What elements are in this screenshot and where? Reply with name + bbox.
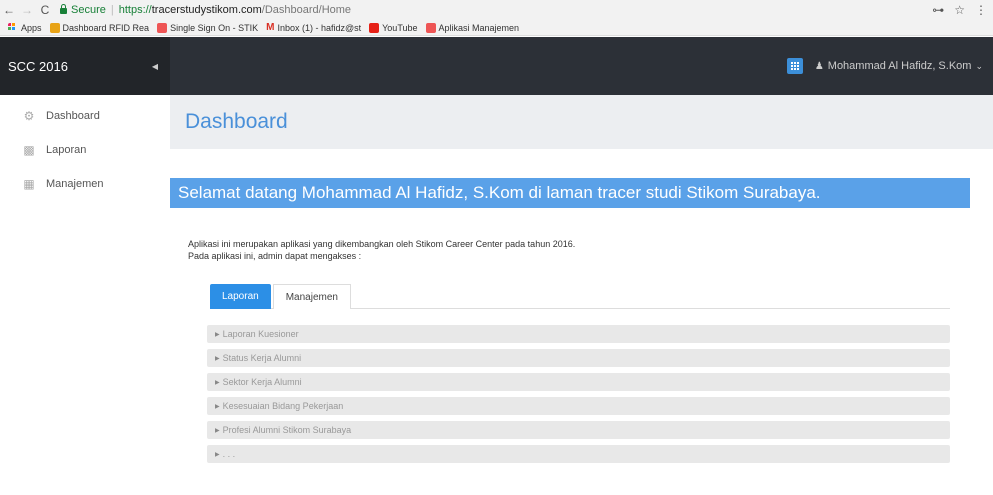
user-name: Mohammad Al Hafidz, S.Kom	[827, 60, 972, 72]
sidebar-item-label: Laporan	[46, 144, 87, 156]
grid-icon	[790, 62, 799, 70]
key-icon[interactable]: ⊶	[932, 3, 944, 17]
bookmark-label: Aplikasi Manajemen	[438, 22, 520, 33]
sidebar: ⚙ Dashboard ▩ Laporan ▦ Manajemen	[0, 95, 170, 495]
app-topbar: SCC 2016 ◀ ♟ Mohammad Al Hafidz, S.Kom ⌄	[0, 37, 993, 95]
youtube-icon	[369, 22, 380, 33]
caret-right-icon: ▶	[215, 355, 220, 362]
sidebar-item-label: Dashboard	[46, 110, 100, 122]
secure-indicator[interactable]: Secure	[60, 4, 106, 16]
brand: SCC 2016 ◀	[0, 37, 170, 95]
sidebar-toggle-icon[interactable]: ◀	[152, 62, 158, 71]
user-menu[interactable]: ♟ Mohammad Al Hafidz, S.Kom ⌄	[815, 60, 983, 72]
caret-right-icon: ▶	[215, 379, 220, 386]
apps-grid-button[interactable]	[786, 58, 803, 74]
bookmark-label: YouTube	[382, 22, 418, 33]
bookmark-youtube[interactable]: YouTube	[369, 22, 418, 33]
bookmarks-bar: Apps Dashboard RFID Rea Single Sign On -…	[0, 20, 993, 36]
star-icon[interactable]: ☆	[954, 3, 965, 17]
accordion-label: . . .	[222, 449, 236, 459]
apps-icon	[8, 22, 18, 33]
caret-right-icon: ▶	[215, 427, 220, 434]
sidebar-item-dashboard[interactable]: ⚙ Dashboard	[0, 99, 170, 133]
secure-label: Secure	[71, 4, 106, 16]
rfid-icon	[49, 22, 60, 33]
accordion-label: Kesesuaian Bidang Pekerjaan	[222, 401, 344, 411]
accordion-item[interactable]: ▶ Laporan Kuesioner	[207, 325, 950, 343]
description: Aplikasi ini merupakan aplikasi yang dik…	[188, 238, 575, 262]
url-scheme: https://	[118, 4, 152, 16]
sso-icon	[425, 22, 436, 33]
url-separator: |	[110, 4, 114, 16]
bookmark-aplikasi[interactable]: Aplikasi Manajemen	[425, 22, 520, 33]
tab-manajemen[interactable]: Manajemen	[272, 284, 351, 309]
bookmark-label: Inbox (1) - hafidz@st	[277, 22, 362, 33]
url-field[interactable]: https://tracerstudystikom.com/Dashboard/…	[119, 4, 351, 16]
caret-right-icon: ▶	[215, 331, 220, 338]
sso-icon	[157, 22, 168, 33]
description-line: Aplikasi ini merupakan aplikasi yang dik…	[188, 239, 576, 249]
reload-button[interactable]: C	[36, 3, 54, 17]
sidebar-item-label: Manajemen	[46, 178, 104, 190]
sidebar-item-manajemen[interactable]: ▦ Manajemen	[0, 167, 170, 201]
caret-right-icon: ▶	[215, 403, 220, 410]
accordion-item[interactable]: ▶. . .	[207, 445, 950, 463]
accordion-label: Profesi Alumni Stikom Surabaya	[222, 425, 352, 435]
accordion: ▶ Laporan Kuesioner ▶ Status Kerja Alumni …	[207, 325, 950, 469]
bookmark-label: Single Sign On - STIK	[170, 22, 259, 33]
browser-menu-icon[interactable]: ⋮	[975, 3, 987, 17]
user-icon: ♟	[814, 60, 824, 72]
bar-chart-icon: ▩	[23, 143, 35, 157]
bookmark-sso[interactable]: Single Sign On - STIK	[157, 22, 259, 33]
page-header: Dashboard	[170, 95, 993, 149]
lock-icon	[60, 4, 67, 14]
dashboard-icon: ⚙	[23, 109, 35, 123]
bookmark-gmail[interactable]: M Inbox (1) - hafidz@st	[266, 21, 362, 33]
table-icon: ▦	[23, 177, 35, 191]
bookmark-apps[interactable]: Apps	[8, 22, 42, 33]
tab-bar: Laporan Manajemen	[210, 284, 950, 309]
accordion-item[interactable]: ▶ Kesesuaian Bidang Pekerjaan	[207, 397, 950, 415]
gmail-icon: M	[266, 21, 275, 33]
bookmark-label: Apps	[21, 22, 42, 33]
tab-laporan[interactable]: Laporan	[210, 284, 271, 309]
page-title: Dashboard	[185, 110, 288, 133]
browser-address-bar: ← → C Secure | https://tracerstudystikom…	[0, 0, 993, 20]
bookmark-label: Dashboard RFID Rea	[62, 22, 150, 33]
forward-button[interactable]: →	[18, 3, 36, 17]
accordion-label: Status Kerja Alumni	[222, 353, 302, 363]
accordion-label: Laporan Kuesioner	[222, 329, 299, 339]
accordion-item[interactable]: ▶ Status Kerja Alumni	[207, 349, 950, 367]
chevron-down-icon: ⌄	[975, 60, 983, 71]
back-button[interactable]: ←	[0, 3, 18, 17]
url-path: /Dashboard/Home	[261, 4, 352, 16]
description-line: Pada aplikasi ini, admin dapat mengakses…	[188, 251, 362, 261]
main-content: Dashboard Selamat datang Mohammad Al Haf…	[170, 95, 993, 495]
sidebar-item-laporan[interactable]: ▩ Laporan	[0, 133, 170, 167]
caret-right-icon: ▶	[215, 451, 220, 458]
accordion-item[interactable]: ▶ Profesi Alumni Stikom Surabaya	[207, 421, 950, 439]
brand-title: SCC 2016	[8, 58, 68, 74]
url-host: tracerstudystikom.com	[151, 4, 262, 16]
accordion-label: Sektor Kerja Alumni	[222, 377, 302, 387]
accordion-item[interactable]: ▶ Sektor Kerja Alumni	[207, 373, 950, 391]
welcome-banner: Selamat datang Mohammad Al Hafidz, S.Kom…	[170, 178, 970, 208]
bookmark-rfid[interactable]: Dashboard RFID Rea	[49, 22, 150, 33]
